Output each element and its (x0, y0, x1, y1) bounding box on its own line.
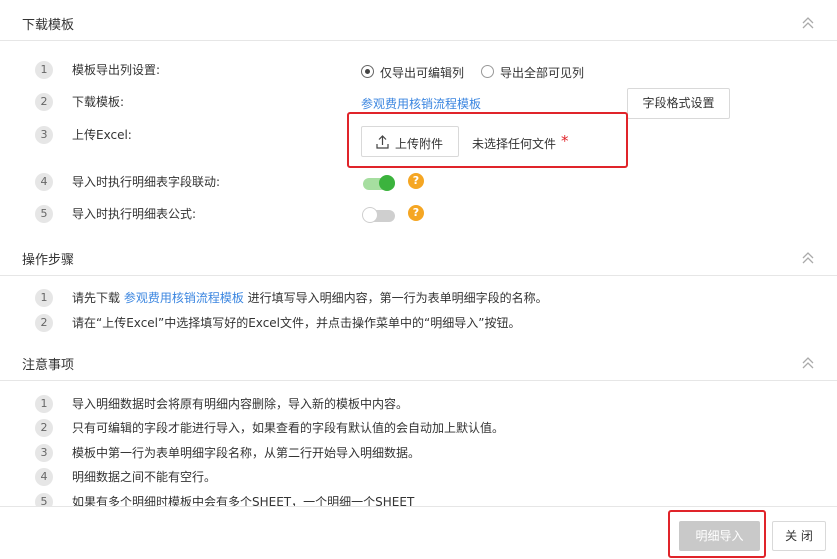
upload-icon (376, 135, 389, 149)
note-text: 只有可编辑的字段才能进行导入，如果查看的字段有默认值的会自动加上默认值。 (72, 421, 505, 435)
note-row: 5 如果有多个明细时模板中会有多个SHEET，一个明细一个SHEET (0, 492, 837, 506)
step-text-suffix: 进行填写导入明细内容，第一行为表单明细字段的名称。 (243, 291, 548, 305)
step-text: 请先下载 参观费用核销流程模板 进行填写导入明细内容，第一行为表单明细字段的名称… (72, 289, 548, 306)
section-title: 下载模板 (22, 18, 75, 33)
section-title: 操作步骤 (22, 253, 75, 268)
note-number: 1 (35, 395, 53, 413)
step-number: 4 (35, 173, 53, 191)
note-number: 2 (35, 419, 53, 437)
upload-button-label: 上传附件 (395, 137, 444, 151)
import-dialog-body: 下载模板 1 模板导出列设置: 仅导出可编辑列 导出全部可见列 2 下载模板: … (0, 0, 837, 506)
help-icon[interactable]: ? (408, 173, 424, 189)
step-number: 3 (35, 126, 53, 144)
export-columns-row: 1 模板导出列设置: 仅导出可编辑列 导出全部可见列 (0, 60, 837, 84)
template-download-link[interactable]: 参观费用核销流程模板 (361, 95, 481, 112)
required-mark: * (561, 132, 569, 150)
collapse-up-icon[interactable] (801, 356, 815, 370)
collapse-up-icon[interactable] (801, 251, 815, 265)
toggle-knob (379, 175, 395, 191)
template-download-link[interactable]: 参观费用核销流程模板 (124, 291, 244, 305)
step-number: 2 (35, 93, 53, 111)
step-row: 2 请在“上传Excel”中选择填写好的Excel文件，并点击操作菜单中的“明细… (0, 313, 837, 337)
field-linkage-row: 4 导入时执行明细表字段联动: ? (0, 172, 837, 196)
note-text: 明细数据之间不能有空行。 (72, 470, 217, 484)
note-text: 如果有多个明细时模板中会有多个SHEET，一个明细一个SHEET (72, 495, 415, 506)
notes-header[interactable]: 注意事项 (0, 345, 837, 381)
upload-file-status: 未选择任何文件 (472, 137, 557, 151)
row-label: 上传Excel: (72, 128, 132, 142)
steps-header[interactable]: 操作步骤 (0, 240, 837, 276)
note-number: 5 (35, 493, 53, 506)
step-row: 1 请先下载 参观费用核销流程模板 进行填写导入明细内容，第一行为表单明细字段的… (0, 288, 837, 312)
note-number: 4 (35, 468, 53, 486)
section-title: 注意事项 (22, 358, 75, 373)
step-number: 5 (35, 205, 53, 223)
note-text: 模板中第一行为表单明细字段名称，从第二行开始导入明细数据。 (72, 446, 421, 460)
field-linkage-toggle[interactable] (363, 175, 395, 191)
formula-toggle[interactable] (362, 207, 395, 223)
dialog-footer: 明细导入 关 闭 (0, 506, 837, 559)
radio-editable-columns[interactable] (361, 65, 374, 78)
note-row: 4 明细数据之间不能有空行。 (0, 467, 837, 491)
note-row: 1 导入明细数据时会将原有明细内容删除，导入新的模板中内容。 (0, 394, 837, 418)
collapse-up-icon[interactable] (801, 16, 815, 30)
step-text-prefix: 请先下载 (72, 291, 124, 305)
download-template-header[interactable]: 下载模板 (0, 5, 837, 41)
formula-row: 5 导入时执行明细表公式: ? (0, 204, 837, 228)
detail-import-button[interactable]: 明细导入 (679, 521, 760, 551)
upload-attachment-button[interactable]: 上传附件 (361, 126, 459, 157)
row-label: 导入时执行明细表字段联动: (72, 175, 221, 189)
note-row: 2 只有可编辑的字段才能进行导入，如果查看的字段有默认值的会自动加上默认值。 (0, 418, 837, 442)
step-number: 1 (35, 61, 53, 79)
step-text: 请在“上传Excel”中选择填写好的Excel文件，并点击操作菜单中的“明细导入… (72, 316, 521, 330)
note-number: 3 (35, 444, 53, 462)
toggle-knob (362, 207, 378, 223)
row-label: 下载模板: (72, 95, 125, 109)
help-icon[interactable]: ? (408, 205, 424, 221)
row-label: 模板导出列设置: (72, 63, 161, 77)
note-row: 3 模板中第一行为表单明细字段名称，从第二行开始导入明细数据。 (0, 443, 837, 467)
note-text: 导入明细数据时会将原有明细内容删除，导入新的模板中内容。 (72, 397, 409, 411)
close-button[interactable]: 关 闭 (772, 521, 826, 551)
radio-all-visible-columns[interactable] (481, 65, 494, 78)
row-label: 导入时执行明细表公式: (72, 207, 197, 221)
field-format-settings-button[interactable]: 字段格式设置 (627, 88, 730, 119)
radio-label-editable[interactable]: 仅导出可编辑列 (380, 64, 464, 81)
radio-label-all-visible[interactable]: 导出全部可见列 (500, 64, 584, 81)
step-number: 2 (35, 314, 53, 332)
step-number: 1 (35, 289, 53, 307)
